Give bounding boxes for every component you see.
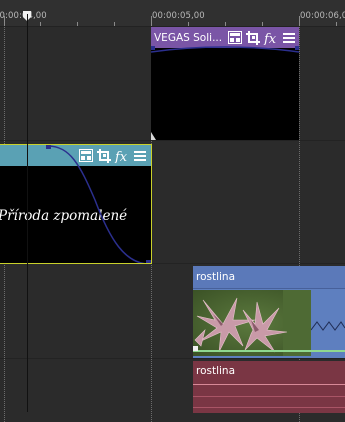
ruler-tick	[40, 22, 41, 26]
track-divider	[0, 358, 345, 359]
volume-line[interactable]	[193, 350, 345, 352]
ruler-timecode: 00:00:06,0	[300, 11, 345, 21]
ruler-tick	[336, 22, 337, 26]
audio-waveform	[193, 407, 345, 408]
ruler-tick	[225, 22, 226, 26]
event-rostlina-audio[interactable]: rostlina	[193, 361, 345, 413]
event-title: rostlina	[196, 365, 236, 377]
event-header[interactable]: rostlina	[193, 361, 345, 381]
video-thumbnail	[193, 290, 311, 356]
ruler-timecode: 00:00:05,00	[152, 11, 205, 21]
ruler-tick	[188, 22, 189, 26]
event-vegas-solid[interactable]: VEGAS Soli... fx	[151, 27, 299, 140]
ruler-tick	[114, 22, 115, 26]
audio-gain-line[interactable]	[193, 384, 345, 385]
ruler-tick	[77, 22, 78, 26]
event-rostlina-video[interactable]: rostlina	[193, 266, 345, 358]
timeline-tracks[interactable]: VEGAS Soli... fx fx Příroda zpomalené ro…	[0, 27, 345, 422]
event-title: rostlina	[196, 271, 236, 283]
ruler-tick	[262, 22, 263, 26]
timeline-ruler[interactable]: 00:00:04,00 00:00:05,00 00:00:06,0	[0, 0, 345, 27]
motion-envelope	[311, 321, 345, 331]
fade-envelope[interactable]	[151, 27, 299, 140]
event-handle[interactable]	[193, 346, 198, 351]
track-divider	[0, 140, 345, 141]
playhead-cursor[interactable]	[27, 14, 28, 412]
event-header[interactable]: rostlina	[193, 266, 345, 289]
audio-waveform	[193, 396, 345, 397]
event-text-clip[interactable]: fx Příroda zpomalené	[0, 144, 152, 264]
fade-out-curve[interactable]	[0, 145, 152, 264]
